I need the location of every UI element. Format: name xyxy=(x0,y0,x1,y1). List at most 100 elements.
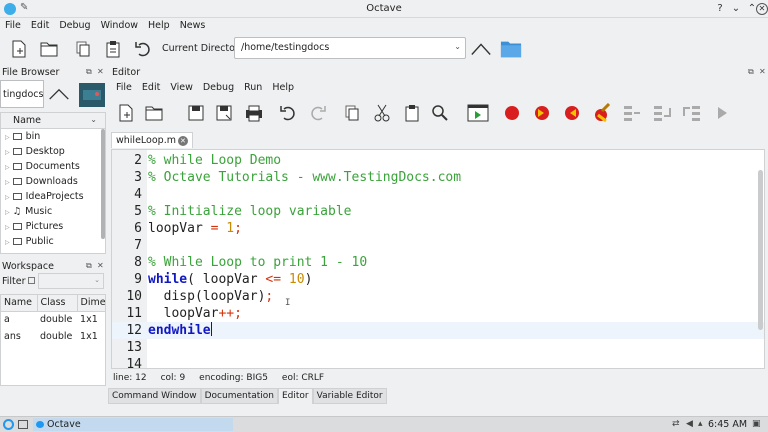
copy-icon[interactable] xyxy=(72,38,94,60)
code-editor[interactable]: 2 % while Loop Demo 3 % Octave Tutorials -… xyxy=(111,149,765,369)
file-browser-scrollbar[interactable] xyxy=(101,129,105,239)
dock-close-icon[interactable]: ✕ xyxy=(97,67,104,76)
menu-window[interactable]: Window xyxy=(96,18,143,34)
dock-float-icon[interactable]: ⧉ xyxy=(748,67,754,77)
code-line[interactable]: 13 xyxy=(112,339,764,356)
code-line[interactable]: 8 % While Loop to print 1 - 10 xyxy=(112,254,764,271)
show-desktop-icon[interactable]: ▣ xyxy=(752,419,761,429)
continue-icon[interactable] xyxy=(711,102,733,124)
remove-breakpoints-icon[interactable] xyxy=(591,102,613,124)
previous-breakpoint-icon[interactable] xyxy=(561,102,583,124)
tab-documentation[interactable]: Documentation xyxy=(200,388,278,404)
chevron-down-icon[interactable]: ⌄ xyxy=(90,115,97,124)
tree-item[interactable]: ▷ Public xyxy=(1,234,105,249)
save-icon[interactable] xyxy=(185,102,207,124)
tab-variable-editor[interactable]: Variable Editor xyxy=(312,388,387,404)
workspace-table[interactable]: Name Class Dime a double 1x1 ans double … xyxy=(0,294,106,386)
editor-menu-run[interactable]: Run xyxy=(239,80,267,96)
editor-tab[interactable]: whileLoop.m ✕ xyxy=(111,132,193,148)
expand-arrow-icon[interactable]: ▷ xyxy=(5,239,10,246)
tree-item[interactable]: ▷ IdeaProjects xyxy=(1,189,105,204)
print-icon[interactable] xyxy=(243,102,265,124)
save-as-icon[interactable] xyxy=(213,102,235,124)
code-line[interactable]: 10 disp(loopVar); xyxy=(112,288,764,305)
taskbar-clock[interactable]: 6:45 AM xyxy=(708,419,747,430)
parent-directory-icon[interactable] xyxy=(470,38,492,60)
dock-float-icon[interactable]: ⧉ xyxy=(86,261,92,271)
tree-item[interactable]: ▷ Downloads xyxy=(1,174,105,189)
minimize-icon[interactable]: ⌄ xyxy=(728,1,744,17)
menu-debug[interactable]: Debug xyxy=(54,18,95,34)
column-header-name[interactable]: Name xyxy=(1,295,38,312)
current-directory-combobox[interactable]: /home/testingdocs ⌄ xyxy=(234,37,466,59)
expand-arrow-icon[interactable]: ▷ xyxy=(5,209,10,216)
tree-item[interactable]: ▷ Pictures xyxy=(1,219,105,234)
undo-icon[interactable] xyxy=(132,38,154,60)
code-line[interactable]: 2 % while Loop Demo xyxy=(112,152,764,169)
code-line[interactable]: 7 xyxy=(112,237,764,254)
undo-icon[interactable] xyxy=(277,102,299,124)
tree-item[interactable]: ▷ bin xyxy=(1,129,105,144)
find-icon[interactable] xyxy=(429,102,451,124)
chevron-down-icon[interactable]: ⌄ xyxy=(94,276,100,284)
editor-menu-debug[interactable]: Debug xyxy=(198,80,239,96)
network-icon[interactable]: ⇄ xyxy=(672,419,680,429)
table-row[interactable]: a double 1x1 xyxy=(1,311,105,328)
step-in-icon[interactable] xyxy=(651,102,673,124)
open-file-icon[interactable] xyxy=(143,102,165,124)
menu-edit[interactable]: Edit xyxy=(26,18,54,34)
redo-icon[interactable] xyxy=(307,102,329,124)
code-line[interactable]: 5 % Initialize loop variable xyxy=(112,203,764,220)
expand-arrow-icon[interactable]: ▷ xyxy=(5,179,10,186)
parent-directory-icon[interactable] xyxy=(48,83,70,105)
menu-news[interactable]: News xyxy=(175,18,211,34)
column-header-dimension[interactable]: Dime xyxy=(77,295,105,312)
filter-checkbox[interactable] xyxy=(27,277,35,284)
tray-arrow-icon[interactable]: ▴ xyxy=(698,419,703,429)
new-file-icon[interactable] xyxy=(115,102,137,124)
code-line[interactable]: 14 xyxy=(112,356,764,368)
volume-icon[interactable]: ◀ xyxy=(686,419,693,429)
app-launcher-icon[interactable] xyxy=(3,419,14,430)
close-icon[interactable]: ✕ xyxy=(756,3,768,15)
browse-folder-icon[interactable] xyxy=(500,38,522,60)
code-line[interactable]: 3 % Octave Tutorials - www.TestingDocs.co… xyxy=(112,169,764,186)
expand-arrow-icon[interactable]: ▷ xyxy=(5,134,10,141)
paste-icon[interactable] xyxy=(102,38,124,60)
expand-arrow-icon[interactable]: ▷ xyxy=(5,149,10,156)
editor-menu-view[interactable]: View xyxy=(165,80,198,96)
expand-arrow-icon[interactable]: ▷ xyxy=(5,194,10,201)
code-line[interactable]: 6 loopVar = 1; xyxy=(112,220,764,237)
tree-item[interactable]: ▷ ♫ Music xyxy=(1,204,105,219)
expand-arrow-icon[interactable]: ▷ xyxy=(5,164,10,171)
expand-arrow-icon[interactable]: ▷ xyxy=(5,224,10,231)
file-browser-thumbnail[interactable] xyxy=(79,83,105,107)
tab-close-icon[interactable]: ✕ xyxy=(177,136,188,146)
table-row[interactable]: ans double 1x1 xyxy=(1,328,105,345)
file-browser-column-header[interactable]: Name ⌄ xyxy=(1,113,105,129)
dock-close-icon[interactable]: ✕ xyxy=(97,261,104,270)
taskbar-task-octave[interactable]: Octave xyxy=(33,418,233,431)
editor-menu-edit[interactable]: Edit xyxy=(137,80,165,96)
run-script-icon[interactable] xyxy=(467,102,489,124)
code-line[interactable]: 4 xyxy=(112,186,764,203)
editor-menu-file[interactable]: File xyxy=(111,80,137,96)
toggle-breakpoint-icon[interactable] xyxy=(501,102,523,124)
dock-float-icon[interactable]: ⧉ xyxy=(86,67,92,77)
file-browser-path[interactable]: tingdocs xyxy=(0,80,44,108)
file-browser-tree[interactable]: Name ⌄ ▷ bin ▷ Desktop ▷ Documents ▷ Downloa… xyxy=(0,112,106,254)
filter-combobox[interactable]: ⌄ xyxy=(38,273,104,289)
code-line[interactable]: 11 loopVar++; xyxy=(112,305,764,322)
desktop-pager-icon[interactable] xyxy=(18,420,28,429)
step-out-icon[interactable] xyxy=(681,102,703,124)
dock-close-icon[interactable]: ✕ xyxy=(759,67,766,76)
tab-command-window[interactable]: Command Window xyxy=(108,388,201,404)
tab-editor[interactable]: Editor xyxy=(278,388,313,404)
menu-help[interactable]: Help xyxy=(143,18,175,34)
tree-item[interactable]: ▷ Documents xyxy=(1,159,105,174)
tree-item[interactable]: ▷ Desktop xyxy=(1,144,105,159)
editor-scrollbar[interactable] xyxy=(758,170,763,330)
step-over-icon[interactable] xyxy=(621,102,643,124)
cut-icon[interactable] xyxy=(371,102,393,124)
menu-file[interactable]: File xyxy=(0,18,26,34)
